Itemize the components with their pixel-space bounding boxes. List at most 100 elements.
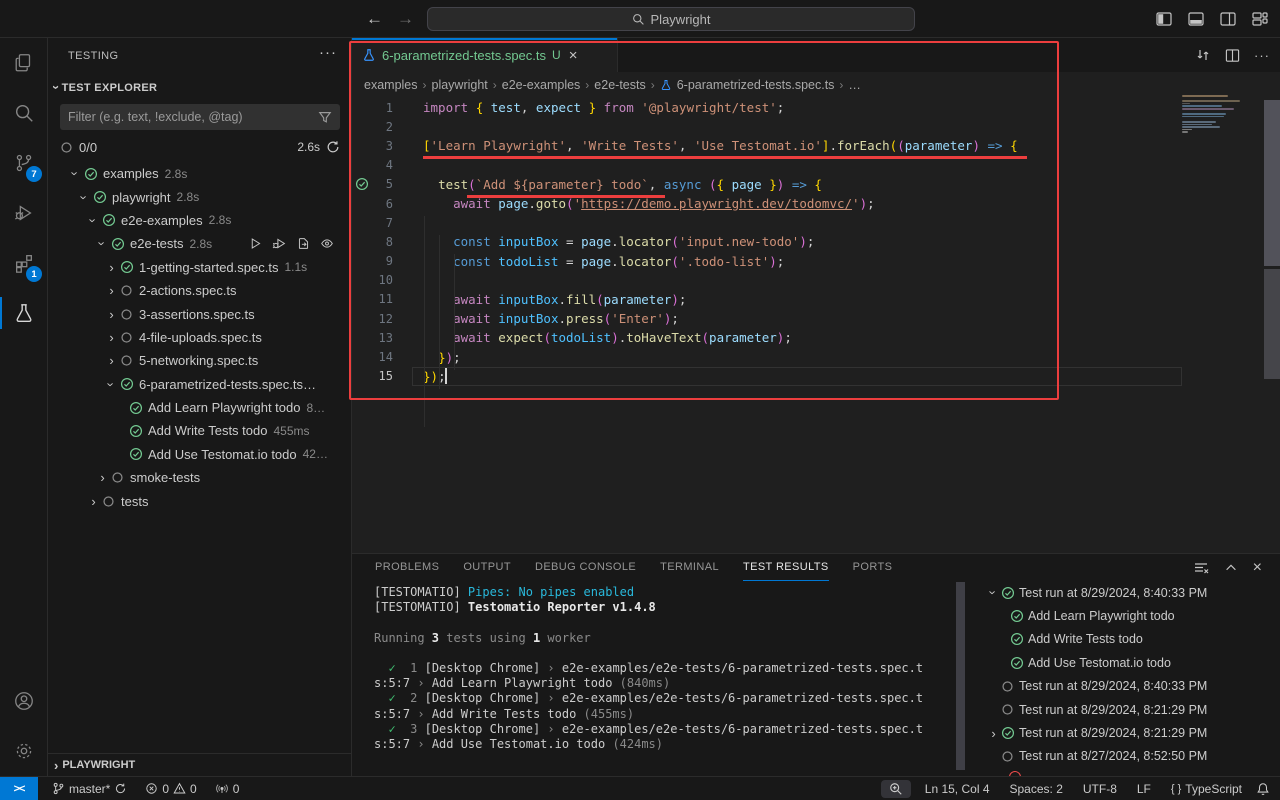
zoom-indicator[interactable]	[881, 780, 911, 798]
breadcrumb-item[interactable]: e2e-tests	[594, 78, 645, 92]
tree-item-add-write-tests-todo[interactable]: Add Write Tests todo455ms	[48, 419, 352, 442]
account-button[interactable]	[0, 676, 48, 726]
sidebar-item-run-debug[interactable]	[0, 188, 48, 238]
tree-item-playwright[interactable]: ›playwright2.8s	[48, 185, 352, 208]
cursor-position[interactable]: Ln 15, Col 4	[919, 778, 996, 800]
breadcrumb-item[interactable]: …	[848, 78, 861, 92]
circle-icon	[119, 331, 134, 344]
close-icon[interactable]: ×	[569, 47, 578, 64]
test-results-output[interactable]: [TESTOMATIO] Pipes: No pipes enabled[TES…	[374, 585, 974, 752]
problems-status[interactable]: 0 0	[139, 778, 202, 800]
panel-tab-problems[interactable]: PROBLEMS	[375, 554, 439, 581]
layout-customize-icon[interactable]	[1252, 11, 1268, 27]
forward-arrow-icon[interactable]: →	[397, 9, 414, 29]
clear-output-icon[interactable]	[1193, 560, 1209, 576]
pass-icon[interactable]	[352, 177, 372, 191]
bell-icon[interactable]	[1256, 782, 1270, 796]
back-arrow-icon[interactable]: ←	[366, 9, 383, 29]
minimap[interactable]	[1182, 95, 1246, 127]
panel-tab-output[interactable]: OUTPUT	[463, 554, 511, 581]
test-run-item[interactable]: ›Test run at 8/29/2024, 8:40:33 PM	[985, 581, 1280, 604]
scrollbar[interactable]	[956, 582, 965, 770]
test-run-item[interactable]: Test run at 8/29/2024, 8:40:33 PM	[985, 675, 1280, 698]
watch-eye-icon[interactable]	[320, 237, 334, 250]
more-actions-icon[interactable]: ···	[319, 44, 337, 61]
pass-icon	[1000, 726, 1015, 740]
eol-status[interactable]: LF	[1131, 778, 1157, 800]
sidebar-item-search[interactable]	[0, 88, 48, 138]
test-run-item[interactable]: Test run at 8/29/2024, 8:21:29 PM	[985, 698, 1280, 721]
breadcrumb-separator: ›	[839, 78, 843, 92]
code-editor[interactable]: 1import { test, expect } from '@playwrig…	[352, 98, 1280, 553]
ports-status[interactable]: 0	[209, 778, 246, 800]
tree-item-examples[interactable]: ›examples2.8s	[48, 162, 352, 185]
breadcrumb-item[interactable]: e2e-examples	[502, 78, 581, 92]
layout-panel-icon[interactable]	[1188, 11, 1204, 27]
more-actions-icon[interactable]: ···	[1254, 48, 1270, 63]
tree-item-6-parametrized-tests-spec-ts-[interactable]: ›6-parametrized-tests.spec.ts…	[48, 373, 352, 396]
encoding-status[interactable]: UTF-8	[1077, 778, 1123, 800]
annotation-underline-test-title	[467, 195, 665, 198]
panel-tab-test-results[interactable]: TEST RESULTS	[743, 554, 829, 581]
tree-item-smoke-tests[interactable]: ›smoke-tests	[48, 466, 352, 489]
test-run-label: Test run at 8/29/2024, 8:21:29 PM	[1019, 703, 1207, 717]
circle-icon	[1000, 680, 1015, 693]
tree-item-3-assertions-spec-ts[interactable]: ›3-assertions.spec.ts	[48, 302, 352, 325]
tree-item-e2e-tests[interactable]: ›e2e-tests2.8s	[48, 232, 352, 255]
breadcrumb-item[interactable]: playwright	[432, 78, 488, 92]
playwright-section[interactable]: › PLAYWRIGHT	[48, 753, 352, 776]
sidebar-item-explorer[interactable]	[0, 38, 48, 88]
test-run-item[interactable]: Add Write Tests todo	[985, 628, 1280, 651]
tree-item-add-learn-playwright-todo[interactable]: Add Learn Playwright todo8…	[48, 396, 352, 419]
indentation-status[interactable]: Spaces: 2	[1004, 778, 1069, 800]
refresh-icon[interactable]	[326, 140, 340, 154]
test-explorer-section[interactable]: › TEST EXPLORER	[54, 80, 157, 95]
breadcrumb-item[interactable]: 6-parametrized-tests.spec.ts	[677, 78, 835, 92]
layout-sidebar-icon[interactable]	[1156, 11, 1172, 27]
sidebar-item-testing[interactable]	[0, 288, 48, 338]
panel-tab-terminal[interactable]: TERMINAL	[660, 554, 719, 581]
tab-6-parametrized-tests[interactable]: 6-parametrized-tests.spec.ts U ×	[352, 38, 618, 72]
breadcrumb[interactable]: examples›playwright›e2e-examples›e2e-tes…	[364, 72, 861, 98]
close-icon[interactable]: ×	[1253, 559, 1262, 577]
tree-item-time: 2.8s	[209, 213, 232, 227]
command-center-search[interactable]: Playwright	[427, 7, 915, 31]
tree-item-e2e-examples[interactable]: ›e2e-examples2.8s	[48, 209, 352, 232]
panel-tab-debug-console[interactable]: DEBUG CONSOLE	[535, 554, 636, 581]
goto-file-icon[interactable]	[297, 237, 310, 250]
tree-item-add-use-testomat-io-todo[interactable]: Add Use Testomat.io todo42…	[48, 443, 352, 466]
tree-item-4-file-uploads-spec-ts[interactable]: ›4-file-uploads.spec.ts	[48, 326, 352, 349]
tree-item-2-actions-spec-ts[interactable]: ›2-actions.spec.ts	[48, 279, 352, 302]
test-run-item[interactable]: Add Use Testomat.io todo	[985, 651, 1280, 674]
scrollbar[interactable]	[1264, 100, 1280, 266]
tree-item-1-getting-started-spec-ts[interactable]: ›1-getting-started.spec.ts1.1s	[48, 256, 352, 279]
chevron-right-icon: ›	[104, 353, 119, 368]
compare-changes-icon[interactable]	[1195, 47, 1211, 63]
debug-test-icon[interactable]	[272, 237, 287, 250]
settings-button[interactable]	[0, 726, 48, 776]
split-editor-icon[interactable]	[1225, 48, 1240, 63]
tree-item-5-networking-spec-ts[interactable]: ›5-networking.spec.ts	[48, 349, 352, 372]
test-run-item[interactable]: Add Learn Playwright todo	[985, 604, 1280, 627]
sidebar-item-extensions[interactable]: 1	[0, 238, 48, 288]
filter-funnel-icon[interactable]	[318, 110, 332, 124]
tree-item-label: Add Use Testomat.io todo	[148, 447, 297, 462]
panel-tab-ports[interactable]: PORTS	[853, 554, 893, 581]
language-status[interactable]: { } TypeScript	[1165, 778, 1248, 800]
chevron-up-icon[interactable]	[1224, 561, 1238, 575]
scrollbar[interactable]	[1264, 269, 1280, 379]
vscode-window: ← → Playwright 7 1	[0, 0, 1280, 800]
test-filter-input[interactable]: Filter (e.g. text, !exclude, @tag)	[60, 104, 340, 130]
sidebar-item-source-control[interactable]: 7	[0, 138, 48, 188]
breadcrumb-item[interactable]: examples	[364, 78, 418, 92]
run-test-icon[interactable]	[249, 237, 262, 250]
pass-icon	[110, 237, 125, 251]
branch-status[interactable]: master*	[46, 778, 133, 800]
tree-item-tests[interactable]: ›tests	[48, 489, 352, 512]
test-run-item[interactable]: ›Test run at 8/29/2024, 8:21:29 PM	[985, 721, 1280, 744]
tree-item-time: 455ms	[273, 424, 309, 438]
layout-sidebar-right-icon[interactable]	[1220, 11, 1236, 27]
code-text: const inputBox = page.locator('input.new…	[393, 234, 814, 249]
remote-indicator[interactable]: ><	[0, 777, 38, 800]
test-run-item[interactable]: Test run at 8/27/2024, 8:52:50 PM	[985, 745, 1280, 768]
